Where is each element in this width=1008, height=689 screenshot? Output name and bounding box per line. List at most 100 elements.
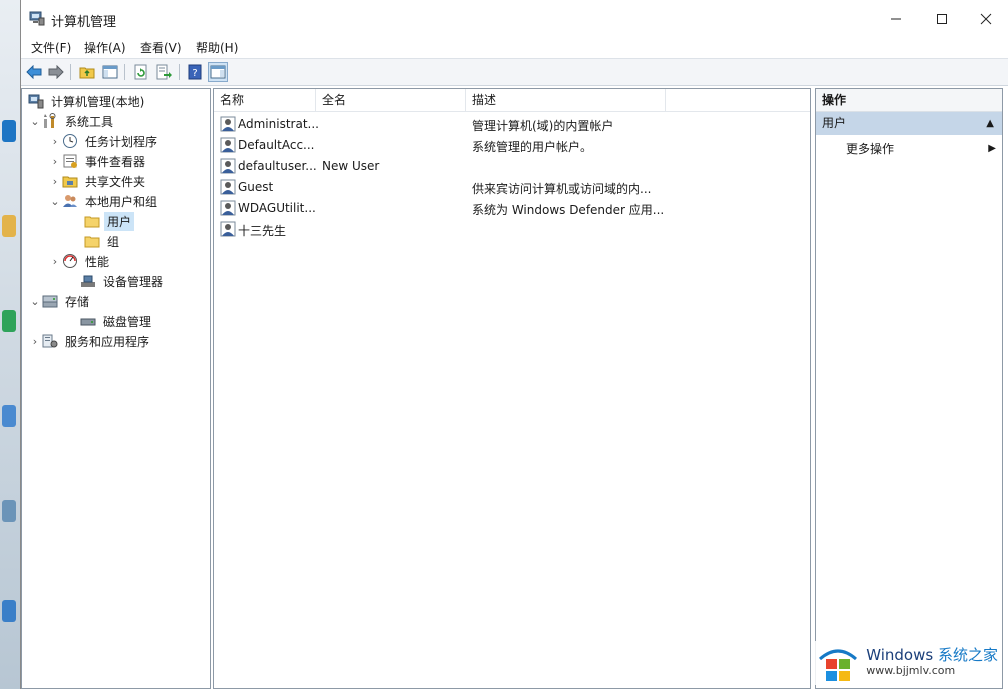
maximize-icon (937, 14, 947, 24)
user-description-cell: 系统为 Windows Defender 应用... (472, 203, 665, 217)
menu-action[interactable]: 操作(A) (84, 39, 126, 56)
export-list-button[interactable] (154, 62, 174, 82)
toolbar-separator (70, 64, 71, 80)
close-icon (980, 13, 992, 25)
export-list-icon (156, 64, 172, 80)
minimize-icon (891, 18, 901, 20)
clock-icon (63, 134, 77, 148)
device-manager-icon (81, 275, 95, 287)
desktop-icon[interactable] (2, 120, 16, 142)
svg-text:?: ? (192, 68, 197, 79)
menu-view[interactable]: 查看(V) (140, 39, 182, 56)
up-folder-icon (79, 67, 95, 79)
collapse-chevron-icon[interactable]: › (48, 135, 62, 148)
tree-item[interactable]: › 服务和应用程序 (28, 331, 152, 351)
window-title: 计算机管理 (51, 15, 117, 30)
desktop-icon[interactable] (2, 600, 16, 622)
up-one-level-button[interactable] (77, 62, 97, 82)
toolbar-separator (179, 64, 180, 80)
collapse-chevron-icon[interactable]: › (48, 175, 62, 188)
actions-header: 操作 (816, 89, 1002, 112)
refresh-button[interactable] (131, 62, 151, 82)
tree-item[interactable]: 磁盘管理 (66, 311, 154, 331)
more-actions-item[interactable]: 更多操作 ▶ (846, 139, 1002, 159)
column-header-description[interactable]: 描述 (466, 89, 666, 111)
help-icon: ? (188, 64, 202, 80)
performance-icon (63, 254, 77, 268)
table-row[interactable]: Administrat... 管理计算机(域)的内置帐户 (218, 114, 810, 135)
tree-item-label: 共享文件夹 (85, 174, 146, 189)
folder-icon (84, 216, 100, 228)
collapse-chevron-icon[interactable]: › (48, 155, 62, 168)
watermark-url: www.bjjmlv.com (866, 664, 956, 677)
tree-item-label: 磁盘管理 (103, 314, 152, 329)
expand-chevron-icon[interactable]: ⌄ (28, 115, 42, 128)
tree-item[interactable]: 设备管理器 (66, 271, 166, 291)
close-button[interactable] (966, 6, 1006, 32)
tree-item-label: 任务计划程序 (85, 134, 158, 149)
desktop-icon[interactable] (2, 500, 16, 522)
table-row[interactable]: 十三先生 (218, 219, 810, 240)
maximize-button[interactable] (922, 6, 962, 32)
system-tools-icon (44, 113, 56, 128)
column-header-name[interactable]: 名称 (214, 89, 316, 111)
tree-item[interactable]: ⌄ 系统工具 (28, 111, 116, 131)
tree-item[interactable]: › 共享文件夹 (48, 171, 148, 191)
user-description-cell: 供来宾访问计算机或访问域的内... (472, 182, 652, 196)
column-header-fullname[interactable]: 全名 (316, 89, 466, 111)
forward-button[interactable] (46, 62, 66, 82)
collapse-chevron-icon[interactable]: › (28, 335, 42, 348)
user-icon (220, 221, 236, 237)
desktop-icon[interactable] (2, 405, 16, 427)
table-row[interactable]: DefaultAcc... 系统管理的用户帐户。 (218, 135, 810, 156)
tree-item[interactable]: 组 (84, 231, 122, 251)
actions-pane: 操作 用户 ▲ 更多操作 ▶ (815, 88, 1003, 689)
desktop-background (0, 0, 20, 689)
collapse-triangle-icon: ▲ (986, 118, 994, 129)
menu-help[interactable]: 帮助(H) (196, 39, 238, 56)
computer-management-icon (29, 11, 45, 26)
user-icon (220, 116, 236, 132)
menu-bar: 文件(F) 操作(A) 查看(V) 帮助(H) (21, 36, 1008, 58)
tree-item[interactable]: 用户 (84, 211, 135, 231)
show-hide-action-pane-button[interactable] (208, 62, 228, 82)
table-row[interactable]: WDAGUtilit... 系统为 Windows Defender 应用... (218, 198, 810, 219)
user-icon (220, 200, 236, 216)
windows-logo-icon (819, 649, 858, 681)
title-bar[interactable]: 计算机管理 (21, 0, 1008, 36)
users-list-pane[interactable]: 名称 全名 描述 Administrat... 管理计算机(域)的内置帐户 Defa… (213, 88, 811, 689)
console-tree-pane[interactable]: 计算机管理(本地) ⌄ 系统工具 › 任务计划程序 › 事件查看器 › 共享文件夹 ⌄ 本地用户和组… (21, 88, 211, 689)
watermark-brand: Windows (866, 646, 934, 664)
tree-item[interactable]: › 任务计划程序 (48, 131, 160, 151)
actions-group-label: 用户 (822, 116, 847, 130)
actions-group-users[interactable]: 用户 ▲ (816, 112, 1002, 135)
help-button[interactable]: ? (185, 62, 205, 82)
tree-item-label: 计算机管理(本地) (51, 94, 145, 109)
tree-item-label: 本地用户和组 (85, 194, 158, 209)
show-hide-console-tree-button[interactable] (100, 62, 120, 82)
tree-item[interactable]: ⌄ 本地用户和组 (48, 191, 160, 211)
minimize-button[interactable] (876, 6, 916, 32)
toolbar-separator (124, 64, 125, 80)
expand-chevron-icon[interactable]: ⌄ (48, 195, 62, 208)
table-row[interactable]: defaultuser... New User (218, 156, 810, 177)
expand-chevron-icon[interactable]: ⌄ (28, 295, 42, 308)
user-name-cell: DefaultAcc... (238, 138, 315, 152)
menu-file[interactable]: 文件(F) (31, 39, 71, 56)
tree-item-label: 设备管理器 (103, 274, 164, 289)
back-button[interactable] (24, 62, 44, 82)
user-icon (220, 179, 236, 195)
tree-item[interactable]: 计算机管理(本地) (28, 91, 147, 111)
desktop-icon[interactable] (2, 310, 16, 332)
tree-item[interactable]: › 性能 (48, 251, 112, 271)
user-icon (220, 137, 236, 153)
tree-item[interactable]: › 事件查看器 (48, 151, 148, 171)
collapse-chevron-icon[interactable]: › (48, 255, 62, 268)
tree-item[interactable]: ⌄ 存储 (28, 291, 92, 311)
desktop-icon[interactable] (2, 215, 16, 237)
shared-folder-icon (62, 176, 78, 188)
table-row[interactable]: Guest 供来宾访问计算机或访问域的内... (218, 177, 810, 198)
forward-arrow-icon (48, 65, 64, 79)
action-pane-icon (210, 65, 226, 79)
toolbar: ? (21, 58, 1008, 86)
